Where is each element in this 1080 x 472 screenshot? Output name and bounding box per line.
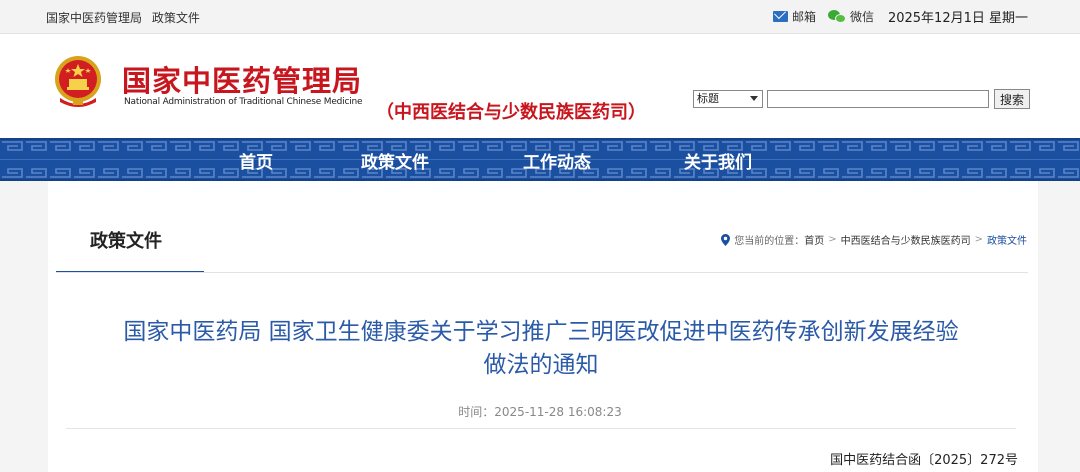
article-title: 国家中医药局 国家卫生健康委关于学习推广三明医改促进中医药传承创新发展经验 做法… (60, 316, 1022, 382)
breadcrumb-home[interactable]: 首页 (804, 232, 824, 247)
site-name[interactable]: 国家中医药管理局 (122, 58, 362, 100)
article-time-label: 时间： (458, 405, 495, 419)
national-emblem-icon[interactable] (52, 54, 104, 110)
mail-icon (772, 11, 788, 22)
wechat-icon (827, 9, 846, 24)
nav-item-work-news[interactable]: 工作动态 (523, 148, 591, 173)
site-header: 国家中医药管理局 National Administration of Trad… (0, 34, 1080, 138)
section-title: 政策文件 (90, 231, 162, 252)
location-label: 您当前的位置： (734, 236, 805, 247)
section-divider (56, 272, 1028, 273)
location-pin-icon (721, 233, 731, 246)
search-button[interactable]: 搜索 (994, 89, 1031, 109)
nav-item-home[interactable]: 首页 (239, 148, 273, 173)
wechat-label: 微信 (849, 10, 874, 24)
mail-label: 邮箱 (791, 10, 816, 24)
current-date: 2025年12月1日 星期一 (887, 11, 1028, 26)
top-breadcrumb-home[interactable]: 国家中医药管理局 (46, 11, 142, 25)
breadcrumb-department[interactable]: 中西医结合与少数民族医药司 (841, 232, 971, 247)
top-breadcrumb-current[interactable]: 政策文件 (152, 11, 200, 25)
location-breadcrumb: 您当前的位置： 首页 > 中西医结合与少数民族医药司 > 政策文件 (721, 232, 1027, 247)
breadcrumb-separator: > (828, 234, 837, 245)
breadcrumb-current[interactable]: 政策文件 (987, 232, 1027, 247)
nav-item-about[interactable]: 关于我们 (684, 148, 752, 173)
nav-item-policy[interactable]: 政策文件 (361, 148, 429, 173)
search-bar: 标题 搜索 (693, 89, 1031, 109)
mail-link[interactable]: 邮箱 (772, 8, 816, 25)
nav-items: 首页 政策文件 工作动态 关于我们 (0, 148, 1080, 173)
article-title-line1: 国家中医药局 国家卫生健康委关于学习推广三明医改促进中医药传承创新发展经验 (123, 319, 959, 345)
breadcrumb-separator: > (974, 234, 983, 245)
top-bar: 国家中医药管理局 政策文件 邮箱 微信 2025年12月1日 星期一 (0, 0, 1080, 34)
top-breadcrumb: 国家中医药管理局 政策文件 (46, 9, 206, 26)
search-field-select[interactable]: 标题 (693, 90, 763, 108)
search-input[interactable] (767, 90, 989, 108)
top-right-tools: 邮箱 微信 2025年12月1日 星期一 (772, 7, 1028, 26)
main-nav: 首页 政策文件 工作动态 关于我们 (0, 138, 1080, 181)
article-divider (66, 428, 1016, 429)
sub-department-name: （中西医结合与少数民族医药司） (376, 102, 646, 123)
document-number: 国中医药结合函〔2025〕272号 (830, 453, 1018, 468)
article-time: 时间：2025-11-28 16:08:23 (0, 403, 1080, 420)
site-name-english: National Administration of Traditional C… (124, 97, 363, 107)
article-time-value: 2025-11-28 16:08:23 (494, 405, 622, 419)
wechat-link[interactable]: 微信 (827, 8, 874, 25)
article-title-line2: 做法的通知 (483, 352, 599, 378)
